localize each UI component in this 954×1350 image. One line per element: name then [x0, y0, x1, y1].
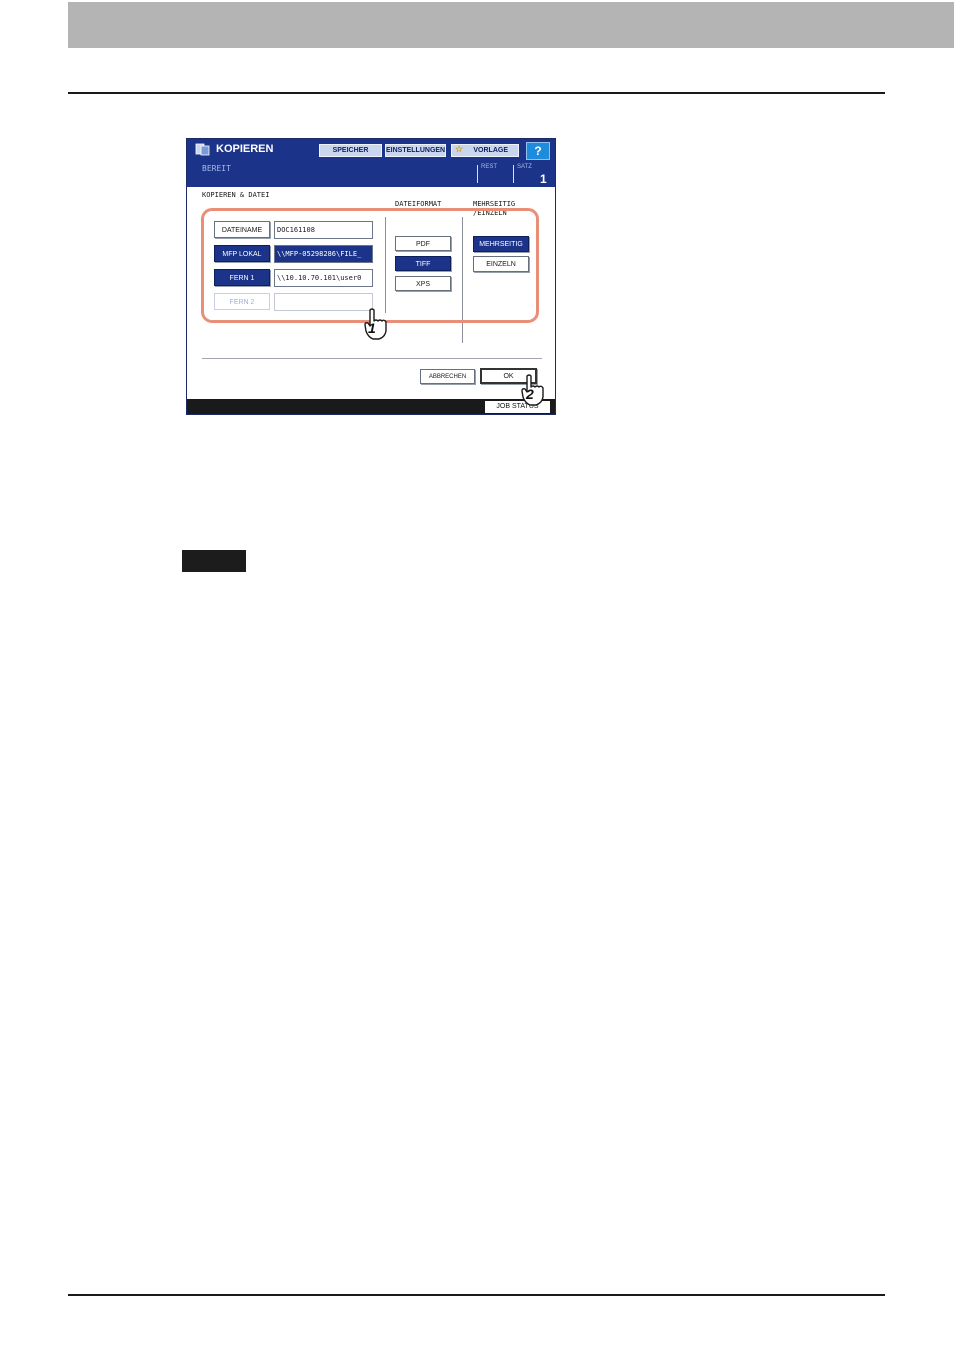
status-text: BEREIT [202, 164, 231, 173]
selection-highlight [201, 208, 539, 323]
speicher-label: SPEICHER [332, 147, 369, 154]
step-1-number: 1 [368, 320, 376, 336]
vorlage-button[interactable]: ☆ VORLAGE [451, 144, 519, 157]
status-separator [513, 165, 514, 183]
abbrechen-label: ABBRECHEN [428, 374, 467, 380]
abbrechen-button[interactable]: ABBRECHEN [420, 369, 475, 384]
speicher-button[interactable]: SPEICHER [319, 144, 382, 157]
dateiformat-label: DATEIFORMAT [395, 200, 442, 208]
mehrseitig-label: MEHRSEITIG [473, 200, 516, 208]
control-panel-screenshot: KOPIEREN SPEICHER EINSTELLUNGEN ☆ VORLAG… [186, 138, 556, 415]
ok-label: OK [503, 373, 514, 380]
hand-pointer-icon [364, 308, 387, 340]
app-title: KOPIEREN [216, 143, 274, 155]
star-icon: ☆ [455, 144, 464, 154]
copy-app-icon [195, 143, 210, 156]
header-bar [68, 2, 954, 48]
help-button[interactable]: ? [526, 142, 550, 160]
panel-top-bar: KOPIEREN SPEICHER EINSTELLUNGEN ☆ VORLAG… [187, 139, 555, 187]
satz-label: SATZ [517, 164, 532, 170]
status-separator [477, 165, 478, 183]
note-tag [182, 550, 246, 572]
step-2-number: 2 [526, 386, 534, 402]
vorlage-label: VORLAGE [473, 147, 508, 154]
satz-value: 1 [540, 172, 547, 186]
section-label: KOPIEREN & DATEI [202, 191, 270, 199]
rest-label: REST [481, 164, 498, 170]
footer-rule [68, 1294, 885, 1296]
footer-divider [202, 358, 542, 359]
header-rule [68, 92, 885, 94]
einstellungen-label: EINSTELLUNGEN [386, 147, 446, 154]
einstellungen-button[interactable]: EINSTELLUNGEN [385, 144, 446, 157]
